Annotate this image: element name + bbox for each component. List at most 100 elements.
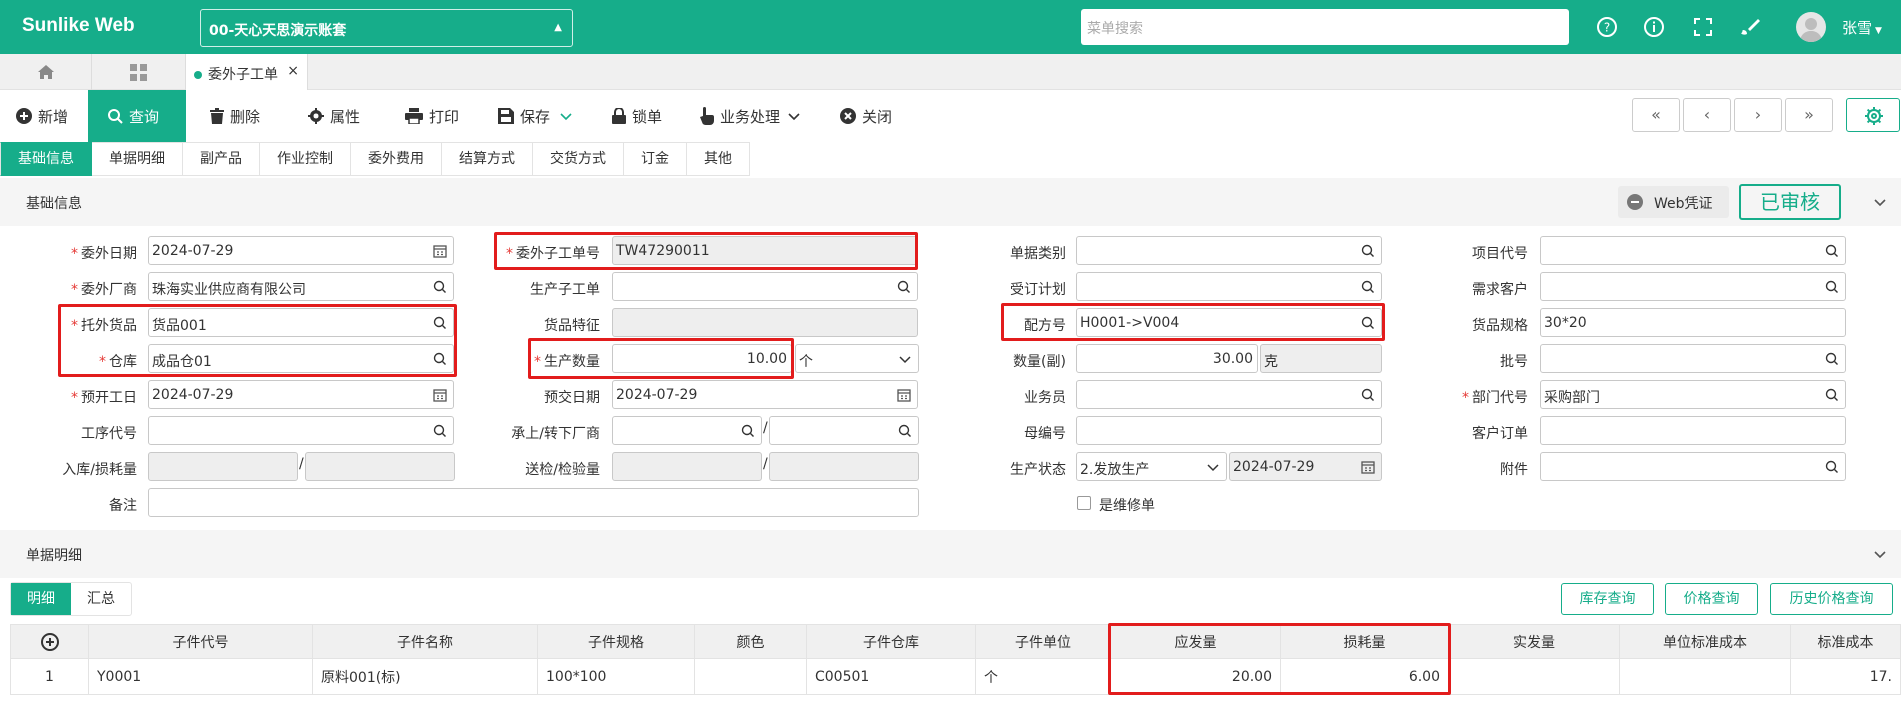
search-icon[interactable]	[741, 424, 755, 438]
search-icon[interactable]	[897, 280, 911, 294]
calendar-icon[interactable]	[897, 388, 911, 402]
tab-delivery[interactable]: 交货方式	[533, 142, 624, 176]
inventory-query-button[interactable]: 库存查询	[1561, 583, 1654, 615]
close-tab-icon[interactable]: ×	[287, 63, 299, 79]
search-icon[interactable]	[1825, 352, 1839, 366]
tab-by-products[interactable]: 副产品	[183, 142, 260, 176]
grid-tab[interactable]	[92, 54, 186, 90]
next-record-button[interactable]: ›	[1734, 98, 1782, 132]
business-process-button[interactable]: 业务处理	[700, 90, 800, 142]
print-button[interactable]: 打印	[405, 90, 459, 142]
table-row[interactable]: 1 Y0001 原料001(标) 100*100 C00501 个 20.00 …	[10, 658, 1901, 695]
search-icon[interactable]	[1361, 388, 1375, 402]
salesman-field[interactable]	[1076, 380, 1382, 409]
search-icon[interactable]	[433, 280, 447, 294]
cell-child-code[interactable]: Y0001	[88, 658, 313, 695]
cell-child-name[interactable]: 原料001(标)	[312, 658, 538, 695]
warehouse-field[interactable]: 成品仓01	[148, 344, 454, 373]
price-query-button[interactable]: 价格查询	[1665, 583, 1758, 615]
lock-order-button[interactable]: 锁单	[612, 90, 662, 142]
calendar-icon[interactable]	[433, 244, 447, 258]
help-icon[interactable]: ?	[1596, 16, 1618, 38]
delete-button[interactable]: 删除	[210, 90, 260, 142]
formula-no-field[interactable]: H0001->V004	[1076, 308, 1382, 337]
demand-customer-field[interactable]	[1540, 272, 1846, 301]
tab-summary[interactable]: 汇总	[71, 583, 131, 615]
search-icon[interactable]	[1361, 316, 1375, 330]
search-icon[interactable]	[433, 424, 447, 438]
home-tab[interactable]	[0, 54, 92, 90]
col-issue-qty[interactable]: 应发量	[1110, 624, 1281, 659]
upstream-vendor-field[interactable]	[612, 416, 762, 445]
col-child-code[interactable]: 子件代号	[88, 624, 313, 659]
query-button[interactable]: 查询	[88, 90, 186, 142]
settings-button[interactable]	[1846, 98, 1900, 132]
col-child-spec[interactable]: 子件规格	[537, 624, 695, 659]
qty-sub-field[interactable]: 30.00	[1076, 344, 1258, 373]
process-code-field[interactable]	[148, 416, 454, 445]
add-row-button[interactable]	[10, 624, 89, 659]
search-icon[interactable]	[1825, 280, 1839, 294]
project-code-field[interactable]	[1540, 236, 1846, 265]
cell-actual-qty[interactable]	[1448, 658, 1620, 695]
prod-qty-unit-select[interactable]: 个	[795, 344, 919, 373]
tab-outsource-suborder[interactable]: 委外子工单 ×	[186, 54, 308, 90]
col-actual-qty[interactable]: 实发量	[1448, 624, 1620, 659]
avatar[interactable]	[1796, 12, 1826, 42]
info-icon[interactable]	[1643, 16, 1665, 38]
account-select[interactable]: 00-天心天思演示账套 ▲	[200, 9, 573, 47]
search-icon[interactable]	[1825, 460, 1839, 474]
goods-spec-field[interactable]: 30*20	[1540, 308, 1846, 337]
new-button[interactable]: 新增	[16, 90, 68, 142]
vendor-field[interactable]: 珠海实业供应商有限公司	[148, 272, 454, 301]
col-child-name[interactable]: 子件名称	[312, 624, 538, 659]
theme-brush-icon[interactable]	[1740, 16, 1762, 38]
last-record-button[interactable]: »	[1785, 98, 1833, 132]
downstream-vendor-field[interactable]	[769, 416, 919, 445]
search-icon[interactable]	[1825, 388, 1839, 402]
col-std-cost[interactable]: 标准成本	[1790, 624, 1901, 659]
search-icon[interactable]	[433, 352, 447, 366]
cell-unit-std-cost[interactable]	[1619, 658, 1791, 695]
tab-other[interactable]: 其他	[687, 142, 750, 176]
doc-category-field[interactable]	[1076, 236, 1382, 265]
cell-loss-qty[interactable]: 6.00	[1280, 658, 1449, 695]
batch-no-field[interactable]	[1540, 344, 1846, 373]
fullscreen-icon[interactable]	[1692, 16, 1714, 38]
cell-child-spec[interactable]: 100*100	[537, 658, 695, 695]
col-loss-qty[interactable]: 损耗量	[1280, 624, 1449, 659]
collapse-chevron-icon[interactable]	[1873, 548, 1887, 562]
delivery-date-field[interactable]: 2024-07-29	[612, 380, 918, 409]
col-unit-std-cost[interactable]: 单位标准成本	[1619, 624, 1791, 659]
close-button[interactable]: 关闭	[840, 90, 892, 142]
search-icon[interactable]	[1361, 280, 1375, 294]
prod-status-select[interactable]: 2.发放生产	[1076, 452, 1227, 481]
col-child-warehouse[interactable]: 子件仓库	[806, 624, 976, 659]
search-icon[interactable]	[1361, 244, 1375, 258]
history-price-query-button[interactable]: 历史价格查询	[1770, 583, 1893, 615]
search-icon[interactable]	[898, 424, 912, 438]
plan-start-field[interactable]: 2024-07-29	[148, 380, 454, 409]
tab-basic-info[interactable]: 基础信息	[0, 142, 92, 176]
dept-code-field[interactable]: 采购部门	[1540, 380, 1846, 409]
tab-outsource-fees[interactable]: 委外费用	[351, 142, 442, 176]
menu-search-input[interactable]: 菜单搜索	[1081, 9, 1569, 45]
cell-child-warehouse[interactable]: C00501	[806, 658, 976, 695]
first-record-button[interactable]: «	[1632, 98, 1680, 132]
user-menu[interactable]: 张雪 ▼	[1842, 17, 1882, 38]
save-button[interactable]: 保存	[498, 90, 572, 142]
web-voucher-button[interactable]: Web凭证	[1618, 186, 1729, 218]
tab-operation-control[interactable]: 作业控制	[260, 142, 351, 176]
tab-document-detail[interactable]: 单据明细	[92, 142, 183, 176]
outsource-goods-field[interactable]: 货品001	[148, 308, 454, 337]
prev-record-button[interactable]: ‹	[1683, 98, 1731, 132]
outsource-date-field[interactable]: 2024-07-29	[148, 236, 454, 265]
remark-field[interactable]	[148, 488, 919, 517]
is-repair-checkbox[interactable]	[1077, 496, 1091, 510]
col-child-unit[interactable]: 子件单位	[975, 624, 1111, 659]
customer-order-field[interactable]	[1540, 416, 1846, 445]
tab-detail[interactable]: 明细	[11, 583, 71, 615]
cell-color[interactable]	[694, 658, 807, 695]
col-color[interactable]: 颜色	[694, 624, 807, 659]
order-plan-field[interactable]	[1076, 272, 1382, 301]
